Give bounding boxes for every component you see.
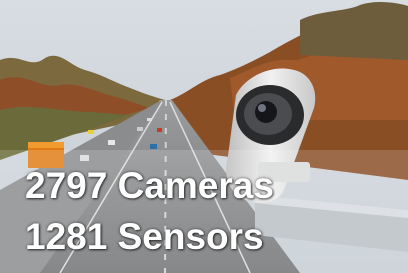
camera-stats-banner[interactable]: 2797 Cameras 1281 Sensors — [0, 0, 408, 273]
cameras-count: 2797 Cameras — [25, 165, 274, 206]
sensors-count: 1281 Sensors — [25, 216, 264, 257]
